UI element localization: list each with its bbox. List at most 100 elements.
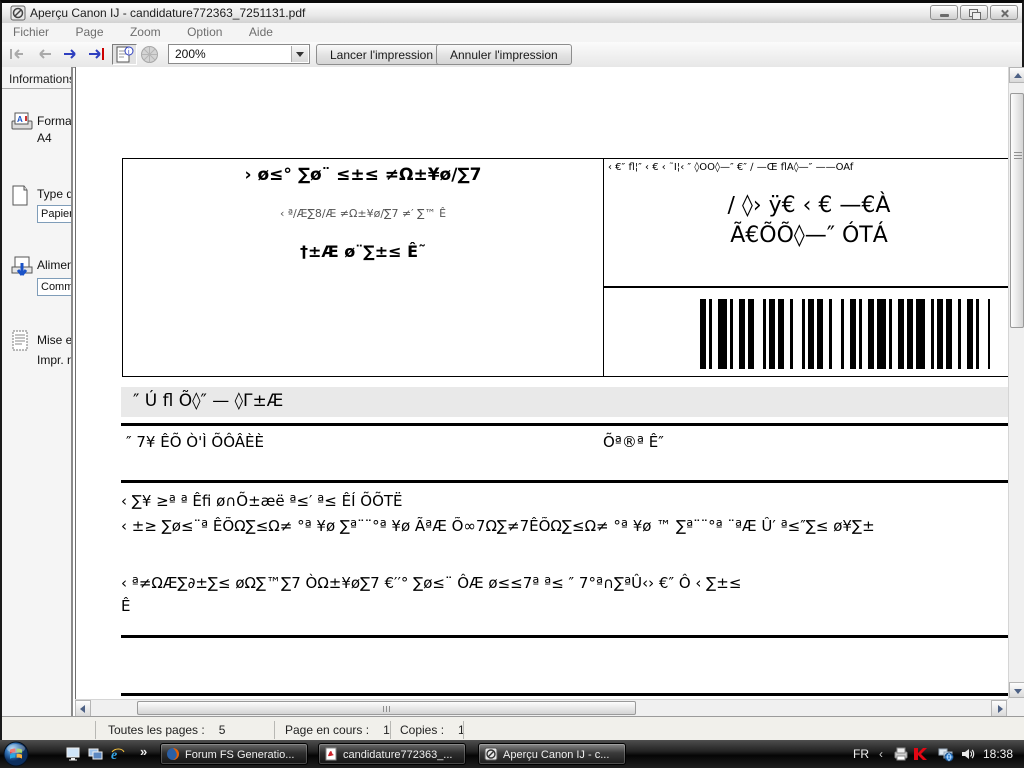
paper-source-icon xyxy=(10,255,34,286)
cancel-print-button[interactable]: Annuler l'impression xyxy=(436,44,572,65)
screen: Aperçu Canon IJ - candidature772363_7251… xyxy=(0,0,1024,768)
menu-page[interactable]: Page xyxy=(64,23,114,39)
print-preview-page: › ø≤° ∑ø¨ ≤±≤ ≠Ω±¥ø∕∑7 ‹ ª∕Æ∑8∕Æ ≠Ω±¥ø∕∑… xyxy=(75,67,1008,699)
network-tray-icon[interactable] xyxy=(938,746,954,762)
section-header-text: ″ Ú fl Õ◊″ — ◊Γ±Æ xyxy=(133,391,284,411)
menu-fichier[interactable]: Fichier xyxy=(2,23,60,39)
title-bar[interactable]: Aperçu Canon IJ - candidature772363_7251… xyxy=(2,3,1022,24)
label-third-line: †±Æ ø¨∑±≤ Ê˜ xyxy=(299,242,427,261)
layout-value: Impr. no xyxy=(37,353,71,367)
previous-page-icon[interactable] xyxy=(35,47,55,61)
status-separator xyxy=(463,721,464,739)
close-icon xyxy=(991,6,1017,19)
taskbar-button-label: Forum FS Generatio... xyxy=(185,749,295,761)
last-page-icon[interactable] xyxy=(87,47,107,61)
chevron-down-icon[interactable] xyxy=(291,46,308,62)
information-panel-header: Informations d xyxy=(2,67,71,89)
copies-label: Copies : xyxy=(400,723,445,737)
scroll-left-icon[interactable] xyxy=(75,700,91,717)
box-divider xyxy=(604,286,1008,288)
zoom-select[interactable]: 200% xyxy=(168,44,310,64)
horizontal-rule xyxy=(121,693,1008,696)
current-page-status: Page en cours : 1 xyxy=(285,723,390,737)
label-left-box: › ø≤° ∑ø¨ ≤±≤ ≠Ω±¥ø∕∑7 ‹ ª∕Æ∑8∕Æ ≠Ω±¥ø∕∑… xyxy=(122,158,604,377)
paragraph-1-line-1: ‹ ∑¥ ≥ª ª Êfi ø∩Õ±æë ª≤′ ª≤ ÊÍ ÕÕΤË xyxy=(121,492,403,510)
page-format-icon: A xyxy=(10,111,34,138)
svg-text:A: A xyxy=(17,115,23,124)
taskbar-button-canon-preview[interactable]: Aperçu Canon IJ - c... xyxy=(478,743,626,765)
section-header-band: ″ Ú fl Õ◊″ — ◊Γ±Æ xyxy=(121,387,1008,417)
menu-option[interactable]: Option xyxy=(176,23,233,39)
status-separator xyxy=(95,721,96,739)
vertical-scrollbar[interactable] xyxy=(1008,67,1024,699)
page-layout-icon xyxy=(10,329,30,358)
canon-preview-window: Aperçu Canon IJ - candidature772363_7251… xyxy=(0,0,1024,743)
current-page-value: 1 xyxy=(383,723,390,737)
quick-launch-overflow-chevron[interactable]: » xyxy=(140,744,147,759)
current-page-label: Page en cours : xyxy=(285,723,370,737)
canon-preview-icon xyxy=(484,747,498,761)
total-pages-label: Toutes les pages : xyxy=(108,723,205,737)
restore-icon xyxy=(961,6,987,20)
clock[interactable]: 18:38 xyxy=(983,747,1013,761)
total-pages-status: Toutes les pages : 5 xyxy=(108,723,225,737)
label-title-line: › ø≤° ∑ø¨ ≤±≤ ≠Ω±¥ø∕∑7 xyxy=(244,165,482,185)
menu-bar: Fichier Page Zoom Option Aide xyxy=(2,23,1022,42)
internet-explorer-icon[interactable]: e xyxy=(110,746,126,763)
format-value: A4 xyxy=(37,131,52,145)
address-big-line-1: ∕ ◊› ÿ€ ‹ € —€À xyxy=(727,193,891,218)
media-type-label: Type d xyxy=(37,187,73,201)
address-big-line-2: Ã€ÕÕ◊—″ ÓΤÁ xyxy=(730,223,888,248)
scroll-up-icon[interactable] xyxy=(1009,67,1024,83)
horizontal-scroll-thumb[interactable] xyxy=(137,701,636,715)
field-row-right: Õª®ª Ê″ xyxy=(603,433,664,451)
next-page-icon[interactable] xyxy=(61,47,81,61)
firefox-icon xyxy=(166,747,180,761)
media-type-icon xyxy=(10,184,30,213)
zoom-value: 200% xyxy=(175,47,206,61)
scrollbar-corner xyxy=(1008,699,1024,716)
scroll-down-icon[interactable] xyxy=(1009,682,1024,698)
taskbar-button-label: Aperçu Canon IJ - c... xyxy=(503,749,610,761)
label-right-box: ‹ €″ fl¦″ ‹ € ‹ ˜Ï¦‹ ″ ◊ÕÕ◊—″ €″ ∕ —Œ fl… xyxy=(603,158,1008,377)
restore-button[interactable] xyxy=(960,5,988,20)
taskbar: e » Forum FS Generatio... candidature772… xyxy=(0,740,1024,768)
menu-aide[interactable]: Aide xyxy=(238,23,284,39)
format-label: Format xyxy=(37,114,73,128)
scroll-right-icon[interactable] xyxy=(991,700,1007,717)
close-button[interactable] xyxy=(990,5,1018,20)
label-sub-line: ‹ ª∕Æ∑8∕Æ ≠Ω±¥ø∕∑7 ≠′ ∑™ Ê xyxy=(279,207,447,220)
first-page-icon[interactable] xyxy=(9,47,29,61)
show-desktop-icon[interactable] xyxy=(66,746,82,762)
color-wheel-icon xyxy=(140,45,159,64)
minimize-button[interactable] xyxy=(930,5,958,20)
start-print-button[interactable]: Lancer l'impression xyxy=(316,44,448,65)
media-type-select[interactable]: Papier xyxy=(37,205,71,223)
field-row-left: ″ 7¥ ÊÕ Ò'Ì ÕÔÂÈÈ xyxy=(126,433,264,451)
switch-windows-icon[interactable] xyxy=(88,746,104,762)
horizontal-scrollbar[interactable] xyxy=(75,699,1008,717)
volume-tray-icon[interactable] xyxy=(960,746,976,762)
copies-status: Copies :1 xyxy=(400,723,465,737)
language-indicator[interactable]: FR xyxy=(853,747,869,761)
status-separator xyxy=(274,721,275,739)
start-button[interactable] xyxy=(3,741,29,767)
status-bar: Toutes les pages : 5 Page en cours : 1 Cop… xyxy=(2,716,1024,743)
page-info-toggle-button[interactable]: i xyxy=(112,44,137,65)
horizontal-rule xyxy=(121,423,1008,426)
paper-source-select[interactable]: Comm xyxy=(37,278,71,296)
paper-source-label: Aliment xyxy=(37,258,71,272)
pdf-document-icon xyxy=(324,747,338,761)
status-separator xyxy=(390,721,391,739)
menu-zoom[interactable]: Zoom xyxy=(119,23,172,39)
total-pages-value: 5 xyxy=(218,723,226,737)
document-info-icon: i xyxy=(116,46,134,63)
horizontal-rule xyxy=(121,635,1008,638)
vertical-scroll-thumb[interactable] xyxy=(1010,93,1024,328)
printer-tray-icon[interactable] xyxy=(893,746,909,762)
paragraph-2-line-1: ‹ ª≠ΩÆ∑∂±∑≤ øΩ∑™∑7 ÒΩ±¥ø∑7 €′′° ∑ø≤¨ ÔÆ … xyxy=(121,574,742,592)
taskbar-button-firefox[interactable]: Forum FS Generatio... xyxy=(160,743,308,765)
kaspersky-icon[interactable] xyxy=(912,746,928,762)
tray-collapse-chevron[interactable]: ‹ xyxy=(879,747,883,761)
taskbar-button-pdf[interactable]: candidature772363_... xyxy=(318,743,466,765)
